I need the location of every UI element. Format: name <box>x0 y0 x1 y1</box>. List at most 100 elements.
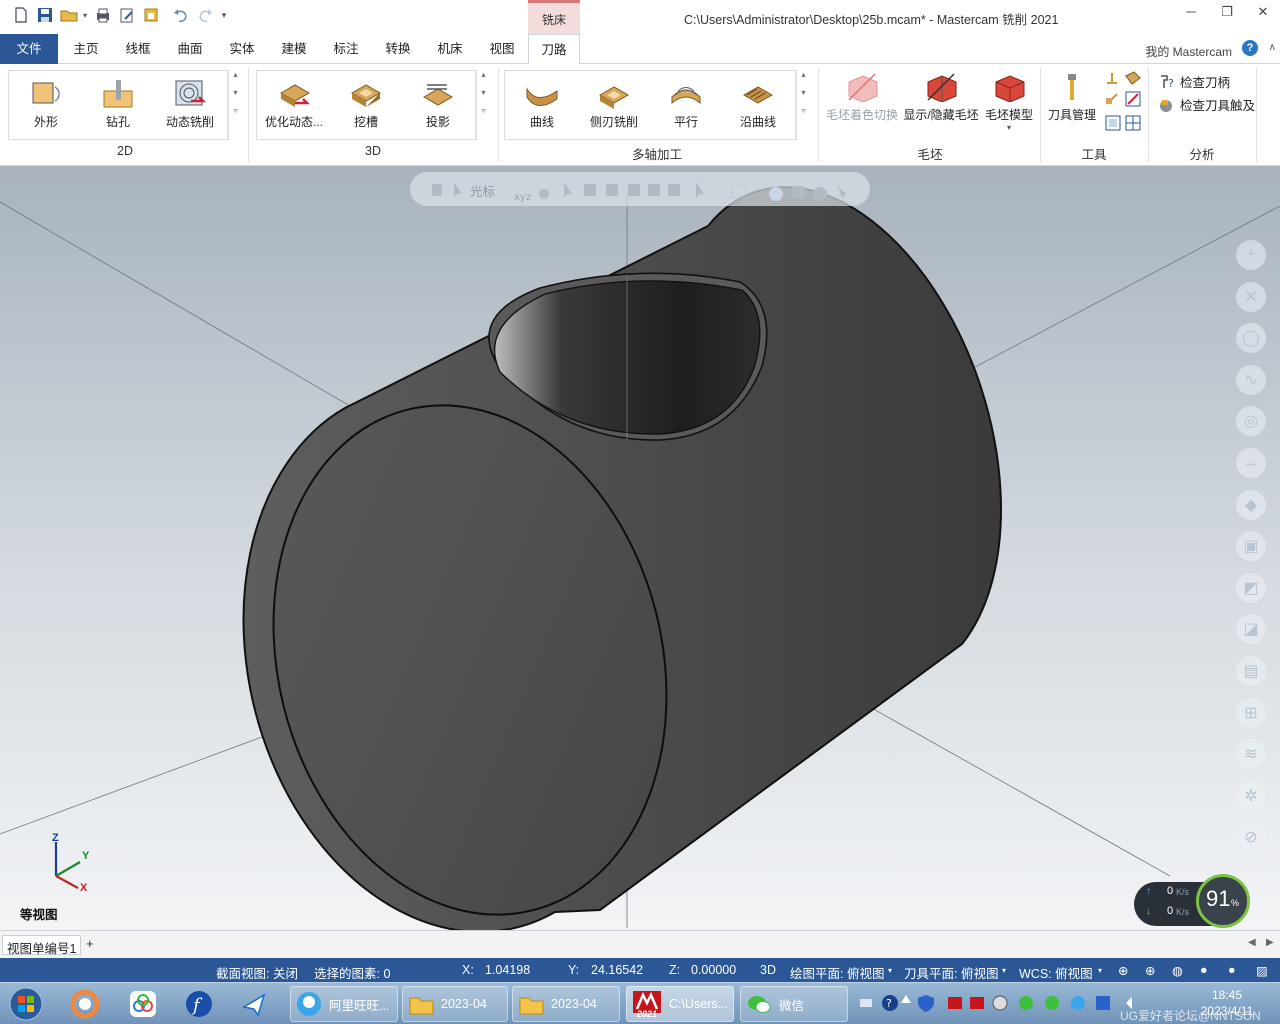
wcs-status[interactable]: WCS: 俯视图 <box>1019 963 1093 982</box>
hidden-line-icon[interactable]: ◍ <box>1172 963 1183 978</box>
construction-plane-status[interactable]: 绘图平面: 俯视图 <box>790 963 884 982</box>
system-tray-icons[interactable]: ? <box>858 991 1158 1015</box>
dropdown-arrow-icon[interactable]: ▾ <box>888 966 892 975</box>
tool-manager-button[interactable]: 刀具管理 <box>1044 72 1100 123</box>
tab-solids[interactable]: 实体 <box>218 34 266 64</box>
stock-shading-button[interactable]: 毛坯着色切换 <box>824 72 900 123</box>
wireframe-display-icon[interactable]: ⊕ <box>1118 963 1128 978</box>
print-icon[interactable] <box>94 6 112 24</box>
group-separator <box>1148 68 1149 162</box>
mode-3d-toggle[interactable]: 3D <box>760 963 776 977</box>
level-icon[interactable]: ◩ <box>1236 572 1266 603</box>
add-icon[interactable]: + <box>1236 240 1266 270</box>
network-speed-widget[interactable]: ↑ 0 K/s ↓ 0 K/s 91 % <box>1134 874 1254 930</box>
start-button[interactable] <box>6 987 46 1021</box>
pocket-3d-button[interactable]: 挖槽 <box>331 79 401 130</box>
redo-icon[interactable] <box>196 6 214 24</box>
viewsheet-tab[interactable]: 视图单编号1 <box>2 935 82 956</box>
drill-button[interactable]: 钻孔 <box>83 79 153 130</box>
flash-icon[interactable]: f <box>180 987 218 1021</box>
dropdown-arrow-icon[interactable]: ▾ <box>1002 966 1006 975</box>
translucency-icon[interactable]: ● <box>1228 963 1236 977</box>
tool-plane-status[interactable]: 刀具平面: 俯视图 <box>904 963 998 982</box>
optimized-dynamic-button[interactable]: 优化动态... <box>259 79 329 130</box>
check-tool-reach-label: 检查刀具触及 <box>1180 99 1256 113</box>
gallery-3d-scroll[interactable]: ▴ ▾ ▿ <box>476 70 490 140</box>
undo-icon[interactable] <box>172 6 190 24</box>
add-viewsheet-button[interactable]: + <box>86 936 94 951</box>
gallery-multiaxis-scroll[interactable]: ▴ ▾ ▿ <box>796 70 810 140</box>
save-icon[interactable] <box>36 6 54 24</box>
print-preview-icon[interactable] <box>118 6 136 24</box>
swarf-button[interactable]: 侧刃铣削 <box>579 79 649 130</box>
along-curve-button[interactable]: 沿曲线 <box>723 79 793 130</box>
collapse-ribbon-icon[interactable]: ∧ <box>1269 42 1276 53</box>
tab-model-prep[interactable]: 建模 <box>270 34 318 64</box>
shaded-edges-icon[interactable]: ● <box>1200 963 1208 977</box>
scroll-right-icon[interactable]: ▶ <box>1266 937 1274 948</box>
section-view-status[interactable]: 截面视图: 关闭 <box>216 963 298 982</box>
tab-file[interactable]: 文件 <box>0 34 58 64</box>
project-button[interactable]: 投影 <box>403 79 473 130</box>
x-coord-value: 1.04198 <box>485 963 531 977</box>
model-canvas[interactable] <box>0 166 1280 930</box>
taskbar-task-folder[interactable]: 2023-04 <box>512 986 620 1022</box>
cursor-label[interactable]: 光标 <box>470 181 495 200</box>
my-mastercam-link[interactable]: 我的 Mastercam <box>1145 43 1232 60</box>
dynamic-mill-button[interactable]: 动态铣削 <box>155 79 225 130</box>
contour-button[interactable]: 外形 <box>11 79 81 130</box>
color-icon[interactable]: ◪ <box>1236 614 1266 645</box>
circle-icon[interactable]: ◯ <box>1236 323 1266 354</box>
new-file-icon[interactable] <box>12 6 30 24</box>
close-button[interactable]: ✕ <box>1248 4 1278 24</box>
tab-drafting[interactable]: 标注 <box>322 34 370 64</box>
dropdown-arrow-icon[interactable]: ▾ <box>80 6 90 24</box>
open-folder-icon[interactable] <box>60 6 78 24</box>
restore-button[interactable]: ❐ <box>1212 4 1242 24</box>
clear-icon[interactable]: ⊘ <box>1236 822 1266 853</box>
tab-wireframe[interactable]: 线框 <box>114 34 162 64</box>
tab-home[interactable]: 主页 <box>62 34 110 64</box>
gallery-2d-scroll[interactable]: ▴ ▾ ▿ <box>228 70 242 140</box>
settings-icon[interactable]: ✲ <box>1236 780 1266 811</box>
messenger-bird-icon[interactable] <box>236 987 274 1021</box>
sphere-icon[interactable]: ◎ <box>1236 406 1266 437</box>
dimension-icon[interactable]: ↔ <box>1236 447 1266 478</box>
trim-icon[interactable]: ✕ <box>1236 281 1266 312</box>
task-label: 2023-04 <box>441 997 487 1011</box>
attribute-icon[interactable]: ▤ <box>1236 655 1266 686</box>
dropdown-arrow-icon[interactable]: ▾ <box>1098 966 1102 975</box>
box-icon[interactable]: ▣ <box>1236 531 1266 562</box>
show-hide-stock-button[interactable]: 显示/隐藏毛坯 <box>902 72 980 123</box>
shaded-display-icon[interactable]: ⊕ <box>1145 963 1155 978</box>
parallel-button[interactable]: 平行 <box>651 79 721 130</box>
cloud-app-icon[interactable] <box>124 987 162 1021</box>
help-icon[interactable]: ? <box>1242 40 1258 56</box>
minimize-button[interactable]: ─ <box>1176 4 1206 24</box>
taskbar-task-wechat[interactable]: 微信 <box>740 986 848 1022</box>
tab-toolpaths[interactable]: 刀路 <box>528 34 580 65</box>
check-tool-reach-button[interactable]: 检查刀具触及 <box>1158 95 1255 114</box>
spline-icon[interactable]: ∿ <box>1236 364 1266 395</box>
tool-utility-icons[interactable] <box>1104 70 1142 138</box>
taskbar-task-aliwangwang[interactable]: 阿里旺旺... <box>290 986 398 1022</box>
check-holder-button[interactable]: ? 检查刀柄 <box>1158 72 1230 91</box>
contour-icon <box>29 79 63 109</box>
properties-icon[interactable] <box>142 6 160 24</box>
graphics-viewport[interactable]: xyz 光标 + ✕ ◯ ∿ ◎ ↔ ◆ ▣ ◩ ◪ ▤ ⊞ ≋ ✲ ⊘ Z Y… <box>0 166 1280 930</box>
tab-transform[interactable]: 转换 <box>374 34 422 64</box>
tab-view[interactable]: 视图 <box>478 34 526 64</box>
grid-icon[interactable]: ⊞ <box>1236 697 1266 728</box>
scroll-left-icon[interactable]: ◀ <box>1248 937 1256 948</box>
layers-icon[interactable]: ≋ <box>1236 739 1266 770</box>
tab-surfaces[interactable]: 曲面 <box>166 34 214 64</box>
measure-icon[interactable]: ◆ <box>1236 489 1266 520</box>
tab-machine[interactable]: 机床 <box>426 34 474 64</box>
taskbar-task-folder[interactable]: 2023-04 <box>402 986 508 1022</box>
outline-shaded-icon[interactable]: ▨ <box>1256 963 1268 978</box>
taskbar-task-mastercam[interactable]: 2021 C:\Users... <box>626 986 734 1022</box>
curve-5axis-button[interactable]: 曲线 <box>507 79 577 130</box>
stock-model-button[interactable]: 毛坯模型 ▾ <box>982 72 1036 132</box>
browser-icon[interactable] <box>66 987 104 1021</box>
customize-quick-access-icon[interactable]: ▾ <box>218 6 230 24</box>
